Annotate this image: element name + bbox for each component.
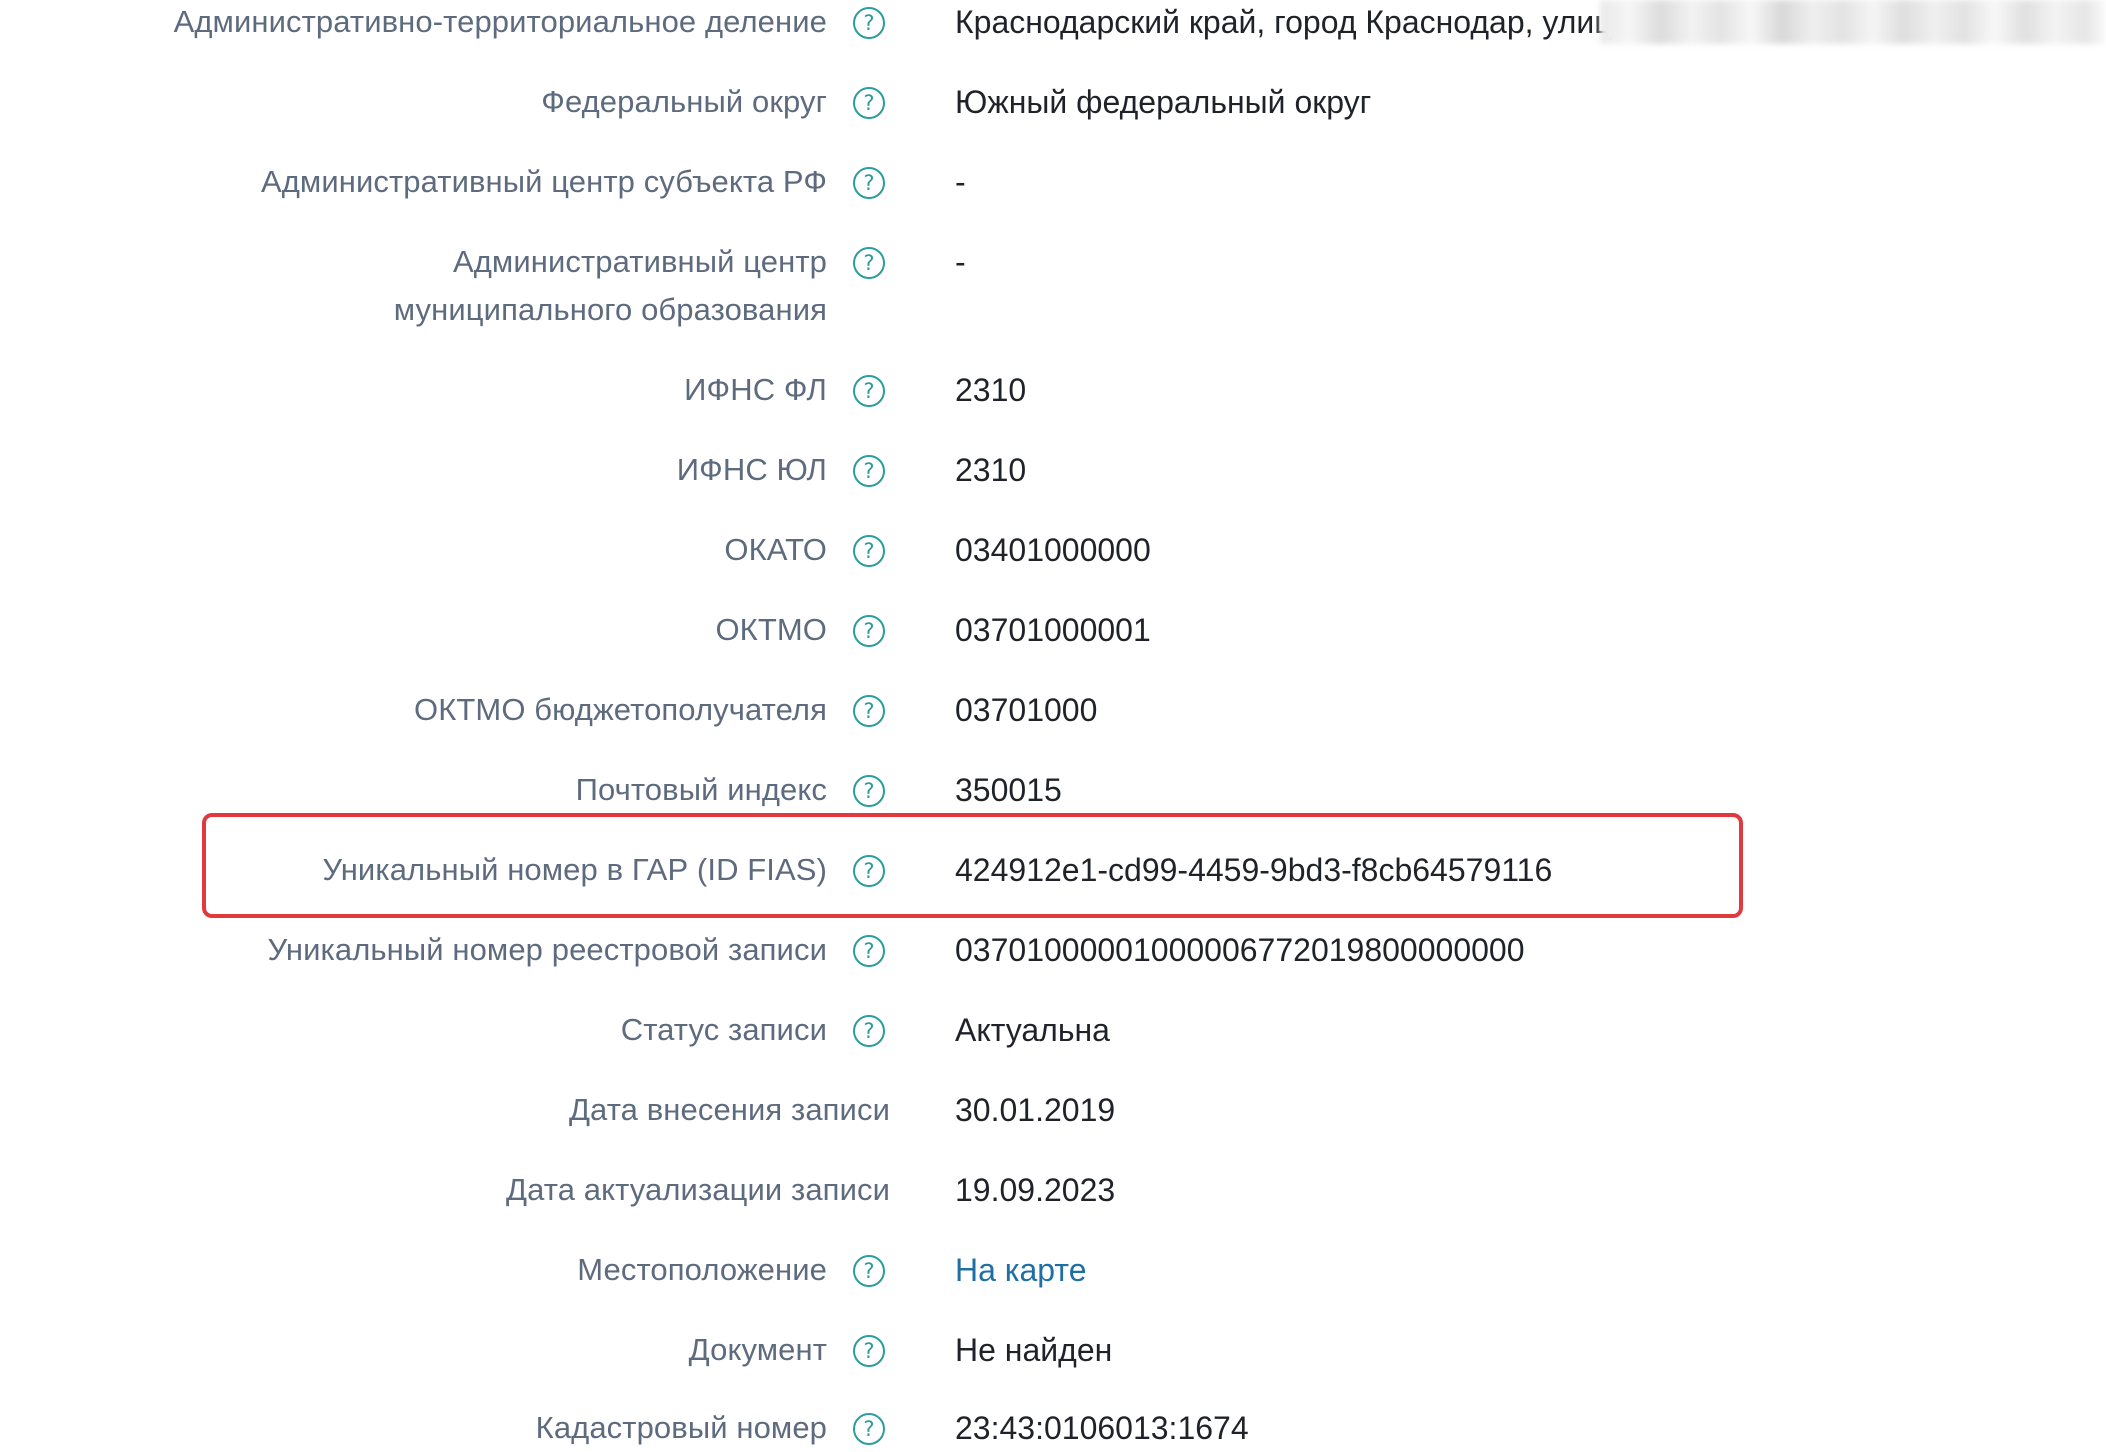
help-icon[interactable]: ? bbox=[853, 247, 885, 279]
help-icon[interactable]: ? bbox=[853, 1335, 885, 1367]
row-label: Административный центр муниципального об… bbox=[393, 244, 827, 327]
redacted-blur bbox=[1600, 0, 2106, 44]
row-value: 03701000001 bbox=[955, 612, 1151, 648]
help-icon[interactable]: ? bbox=[853, 695, 885, 727]
help-icon[interactable]: ? bbox=[853, 167, 885, 199]
property-list: Административно-территориальное деление … bbox=[0, 0, 2106, 1446]
row-value: 30.01.2019 bbox=[955, 1092, 1116, 1128]
row-value: 03701000001000006772019800000000 bbox=[955, 932, 1525, 968]
row-label: Кадастровый номер bbox=[535, 1410, 827, 1445]
help-icon[interactable]: ? bbox=[853, 615, 885, 647]
row-label: Почтовый индекс bbox=[575, 772, 827, 807]
row-label: Документ bbox=[688, 1332, 827, 1367]
row-label: Административный центр субъекта РФ bbox=[260, 164, 827, 199]
help-icon[interactable]: ? bbox=[853, 775, 885, 807]
help-icon[interactable]: ? bbox=[853, 455, 885, 487]
row-value: 350015 bbox=[955, 772, 1062, 808]
help-icon[interactable]: ? bbox=[853, 935, 885, 967]
help-icon[interactable]: ? bbox=[853, 535, 885, 567]
row-label: Дата внесения записи bbox=[568, 1092, 890, 1127]
row-label: Административно-территориальное деление bbox=[173, 4, 827, 39]
help-icon[interactable]: ? bbox=[853, 87, 885, 119]
row-label: Местоположение bbox=[577, 1252, 827, 1287]
row-label: ИФНС ЮЛ bbox=[676, 452, 827, 487]
row-value: 19.09.2023 bbox=[955, 1172, 1116, 1208]
row-label: ОКТМО бюджетополучателя bbox=[414, 692, 827, 727]
row-value: - bbox=[955, 244, 966, 280]
help-icon[interactable]: ? bbox=[853, 1413, 885, 1445]
row-value: 2310 bbox=[955, 372, 1027, 408]
row-label: ОКТМО bbox=[715, 612, 827, 647]
row-label: Дата актуализации записи bbox=[506, 1172, 890, 1207]
help-icon[interactable]: ? bbox=[853, 375, 885, 407]
row-value: Краснодарский край, город Краснодар, ули… bbox=[955, 4, 1613, 40]
row-label: Уникальный номер реестровой записи bbox=[267, 932, 827, 967]
help-icon[interactable]: ? bbox=[853, 1255, 885, 1287]
row-value: - bbox=[955, 164, 966, 200]
row-value: 2310 bbox=[955, 452, 1027, 488]
map-link[interactable]: На карте bbox=[955, 1246, 1086, 1294]
row-value: Актуальна bbox=[955, 1012, 1110, 1048]
row-value: 03701000 bbox=[955, 692, 1098, 728]
row-value: 03401000000 bbox=[955, 532, 1151, 568]
row-value: Южный федеральный округ bbox=[955, 84, 1372, 120]
row-label: Статус записи bbox=[620, 1012, 827, 1047]
help-icon[interactable]: ? bbox=[853, 1015, 885, 1047]
row-label: ИФНС ФЛ bbox=[684, 372, 827, 407]
row-value: Не найден bbox=[955, 1332, 1113, 1368]
help-icon[interactable]: ? bbox=[853, 7, 885, 39]
row-value: 23:43:0106013:1674 bbox=[955, 1410, 1249, 1446]
row-label: ОКАТО bbox=[724, 532, 827, 567]
highlight-frame bbox=[202, 813, 1743, 918]
row-label: Федеральный округ bbox=[541, 84, 827, 119]
